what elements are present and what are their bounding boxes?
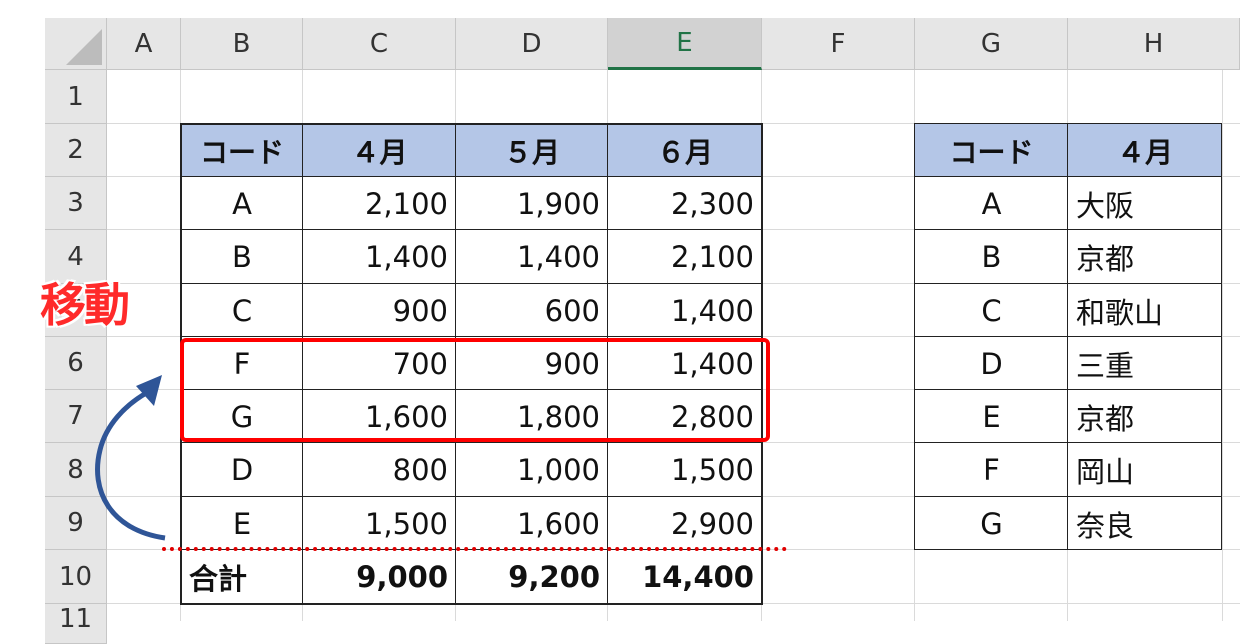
table-cell[interactable]: 岡山 [1068, 443, 1222, 497]
table-cell[interactable]: 800 [303, 443, 456, 497]
table-cell[interactable]: 900 [303, 284, 456, 337]
gridline [1222, 70, 1223, 621]
table-border [914, 176, 1222, 177]
column-header-c[interactable]: C [303, 18, 456, 70]
table-cell[interactable]: 1,400 [608, 284, 762, 337]
lookup-header-apr[interactable]: ４月 [1068, 124, 1222, 177]
table-border [180, 336, 762, 337]
table-border [180, 283, 762, 284]
row-header-1[interactable]: 1 [45, 70, 107, 124]
table-cell[interactable]: 2,900 [608, 497, 762, 550]
table-border [914, 549, 1222, 550]
select-all-button[interactable] [45, 18, 107, 70]
main-header-code[interactable]: コード [181, 124, 303, 177]
table-cell[interactable]: 和歌山 [1068, 284, 1222, 337]
row-header-4[interactable]: 4 [45, 230, 107, 284]
table-cell[interactable]: 奈良 [1068, 497, 1222, 550]
move-annotation-label: 移動 [40, 278, 130, 332]
table-border [914, 123, 1222, 124]
highlight-box [180, 338, 770, 442]
table-cell[interactable]: 600 [456, 284, 608, 337]
table-border [180, 442, 762, 443]
table-cell[interactable]: 2,100 [608, 230, 762, 284]
toolbar-strip [0, 0, 1240, 18]
column-header-a[interactable]: A [107, 18, 181, 70]
total-jun[interactable]: 14,400 [608, 550, 762, 604]
table-cell[interactable]: 大阪 [1068, 177, 1222, 230]
table-cell[interactable]: A [915, 177, 1068, 230]
table-cell[interactable]: 1,600 [456, 497, 608, 550]
table-border [914, 229, 1222, 230]
main-header-may[interactable]: ５月 [456, 124, 608, 177]
table-cell[interactable]: 2,300 [608, 177, 762, 230]
table-cell[interactable]: 三重 [1068, 337, 1222, 390]
column-header-b[interactable]: B [181, 18, 303, 70]
table-cell[interactable]: D [181, 443, 303, 497]
table-border [180, 229, 762, 230]
main-header-apr[interactable]: ４月 [303, 124, 456, 177]
table-border [180, 496, 762, 497]
table-cell[interactable]: 1,500 [608, 443, 762, 497]
table-cell[interactable]: 1,900 [456, 177, 608, 230]
table-cell[interactable]: 1,500 [303, 497, 456, 550]
row-header-3[interactable]: 3 [45, 177, 107, 230]
left-margin [0, 0, 45, 621]
table-border [914, 283, 1222, 284]
table-border [914, 442, 1222, 443]
table-cell[interactable]: E [181, 497, 303, 550]
table-border [914, 496, 1222, 497]
column-header-g[interactable]: G [915, 18, 1068, 70]
row-header-10[interactable]: 10 [45, 550, 107, 604]
table-cell[interactable]: E [915, 390, 1068, 443]
table-cell[interactable]: 京都 [1068, 390, 1222, 443]
table-cell[interactable]: B [181, 230, 303, 284]
column-header-f[interactable]: F [762, 18, 915, 70]
table-cell[interactable]: C [915, 284, 1068, 337]
main-header-jun[interactable]: ６月 [608, 124, 762, 177]
table-cell[interactable]: 京都 [1068, 230, 1222, 284]
table-border [180, 123, 762, 125]
table-border [180, 603, 762, 605]
table-border [1221, 123, 1222, 550]
table-cell[interactable]: A [181, 177, 303, 230]
curved-arrow-up-icon [95, 375, 166, 541]
select-all-triangle-icon [66, 29, 102, 65]
table-cell[interactable]: D [915, 337, 1068, 390]
table-cell[interactable]: G [915, 497, 1068, 550]
insertion-line [162, 547, 787, 551]
spreadsheet: A B C D E F G H 1 2 3 4 5 6 7 8 9 10 11 … [0, 0, 1240, 644]
total-apr[interactable]: 9,000 [303, 550, 456, 604]
table-border [180, 176, 762, 177]
table-border [1067, 123, 1068, 550]
table-cell[interactable]: C [181, 284, 303, 337]
column-header-e[interactable]: E [608, 18, 762, 70]
column-header-h[interactable]: H [1068, 18, 1240, 70]
lookup-header-code[interactable]: コード [915, 124, 1068, 177]
table-border [914, 389, 1222, 390]
total-may[interactable]: 9,200 [456, 550, 608, 604]
table-border [914, 336, 1222, 337]
row-header-2[interactable]: 2 [45, 124, 107, 177]
table-cell[interactable]: B [915, 230, 1068, 284]
table-cell[interactable]: 1,400 [456, 230, 608, 284]
table-cell[interactable]: F [915, 443, 1068, 497]
column-header-d[interactable]: D [456, 18, 608, 70]
table-cell[interactable]: 1,000 [456, 443, 608, 497]
row-header-11[interactable]: 11 [45, 604, 107, 644]
total-label[interactable]: 合計 [181, 550, 303, 604]
table-cell[interactable]: 2,100 [303, 177, 456, 230]
table-cell[interactable]: 1,400 [303, 230, 456, 284]
table-border [914, 123, 915, 550]
